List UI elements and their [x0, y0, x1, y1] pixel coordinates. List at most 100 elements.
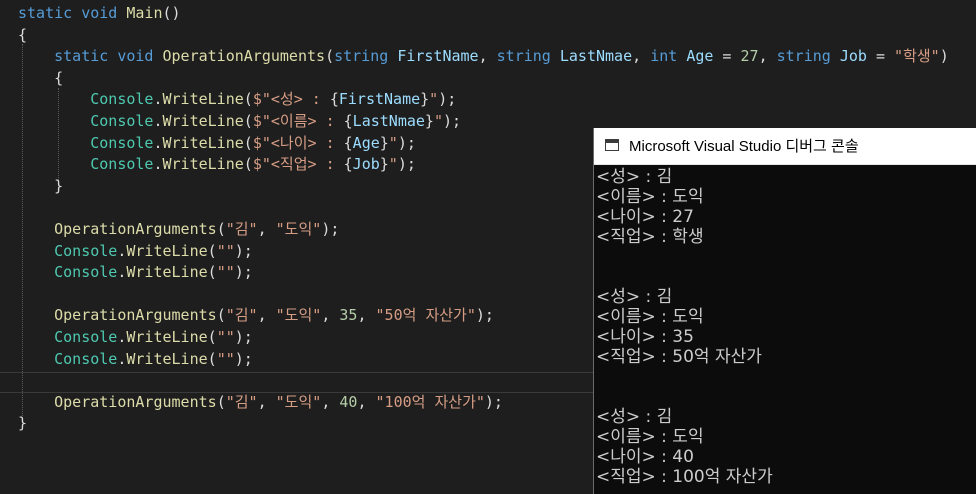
code-line: { — [18, 68, 63, 89]
code-line: Console.WriteLine($"<성> : {FirstName}"); — [18, 89, 456, 110]
code-token: { — [343, 112, 353, 130]
code-token: WriteLine — [162, 133, 244, 152]
code-line: OperationArguments("김", "도익", 40, "100억 … — [18, 392, 503, 413]
code-token: , — [632, 47, 651, 66]
code-token: , — [357, 392, 376, 411]
code-token: } — [379, 133, 389, 152]
console-line: <나이> : 35 — [596, 327, 694, 347]
code-token: ( — [207, 263, 217, 282]
code-token: ( — [216, 392, 226, 411]
code-line: } — [18, 176, 63, 197]
code-token: OperationArguments — [54, 306, 217, 325]
code-token: LastNmae — [559, 47, 633, 66]
code-token: ); — [475, 306, 494, 325]
code-token: , — [357, 306, 376, 325]
code-token: $"<성> : — [252, 90, 330, 109]
code-token: WriteLine — [126, 349, 208, 368]
code-token: ( — [207, 241, 217, 260]
code-token: = — [713, 47, 741, 66]
code-token: "100억 자산가" — [375, 392, 485, 411]
code-token: WriteLine — [126, 241, 208, 260]
code-token: " — [388, 155, 398, 174]
code-line: static void OperationArguments(string Fi… — [18, 46, 949, 67]
code-token: LastNmae — [352, 112, 425, 130]
code-token: } — [18, 176, 64, 195]
code-token: , — [257, 306, 276, 325]
code-token: "" — [216, 263, 235, 282]
code-token: " — [429, 90, 439, 109]
code-token: OperationArguments — [162, 47, 326, 66]
code-token: , — [758, 47, 777, 66]
code-token: ); — [438, 90, 457, 109]
code-token: string — [496, 47, 551, 66]
code-token: ); — [397, 133, 416, 152]
code-token: FirstName — [338, 90, 421, 109]
code-line: Console.WriteLine($"<나이> : {Age}"); — [18, 133, 416, 154]
code-token: ( — [325, 47, 335, 66]
code-token: Job — [352, 155, 380, 174]
code-token: "도익" — [275, 306, 322, 325]
code-token: ); — [234, 241, 253, 260]
code-token: "" — [216, 349, 235, 368]
code-token: OperationArguments — [54, 392, 217, 411]
code-token: OperationArguments — [54, 220, 217, 238]
console-line: <이름> : 도익 — [596, 187, 704, 207]
console-title: Microsoft Visual Studio 디버그 콘솔 — [629, 138, 859, 155]
code-token: Console — [90, 155, 154, 174]
screen: static void Main(){ static void Operatio… — [0, 0, 976, 494]
code-token: WriteLine — [126, 328, 208, 346]
code-token: . — [153, 133, 163, 152]
code-token: ); — [321, 220, 340, 238]
console-line: <이름> : 도익 — [596, 427, 704, 447]
code-token: ); — [442, 112, 462, 130]
code-token: Console — [54, 263, 118, 282]
debug-console-window[interactable]: Microsoft Visual Studio 디버그 콘솔 <성> : 김 <이… — [593, 128, 976, 494]
code-token: FirstName — [397, 47, 479, 66]
code-token: ); — [234, 349, 253, 368]
code-line: OperationArguments("김", "도익"); — [18, 219, 339, 240]
code-token: Console — [54, 241, 118, 260]
console-line: <나이> : 27 — [596, 207, 694, 227]
code-token: 40 — [339, 392, 358, 411]
code-token: { — [18, 25, 28, 44]
code-token: ( — [243, 112, 253, 130]
console-window-icon — [605, 139, 619, 151]
code-token: " — [433, 112, 443, 130]
code-token: , — [478, 47, 497, 66]
console-output: <성> : 김 <이름> : 도익 <나이> : 27 <직업> : 학생 <성> : … — [596, 167, 974, 492]
code-token: "50억 자산가" — [375, 306, 476, 325]
code-token: Console — [54, 328, 118, 346]
code-token: ( — [216, 220, 226, 238]
code-token: = — [866, 47, 895, 66]
code-token: } — [420, 90, 430, 109]
code-token: Console — [90, 133, 154, 152]
code-token: { — [18, 68, 64, 87]
code-token: string — [776, 47, 831, 66]
console-title-bar[interactable]: Microsoft Visual Studio 디버그 콘솔 — [594, 128, 976, 165]
code-token: , — [257, 220, 276, 238]
code-token: WriteLine — [126, 263, 208, 282]
code-token: "도익" — [275, 392, 322, 411]
code-token: ); — [234, 263, 253, 282]
code-token: $"<나이> : — [252, 133, 344, 152]
code-token: WriteLine — [162, 112, 244, 130]
code-token: . — [153, 155, 163, 174]
code-token: void — [117, 47, 154, 66]
code-token: static — [18, 4, 73, 22]
code-token: ) — [939, 47, 949, 66]
console-line: <직업> : 100억 자산가 — [596, 467, 773, 487]
code-token: } — [424, 112, 434, 130]
code-line: Console.WriteLine(""); — [18, 241, 253, 262]
code-token: Console — [54, 349, 118, 368]
code-token: ); — [397, 155, 416, 174]
code-token: . — [153, 90, 163, 109]
console-line: <나이> : 40 — [596, 447, 694, 467]
